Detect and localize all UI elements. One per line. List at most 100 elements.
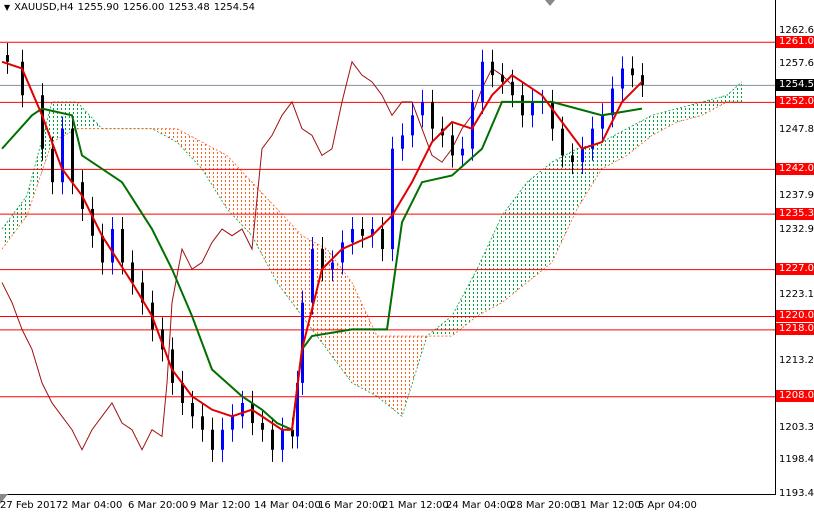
time-tick-label: 28 Mar 20:00 bbox=[510, 500, 577, 511]
candle-body bbox=[511, 81, 514, 96]
candle-body bbox=[481, 61, 484, 102]
chart-header: ▼ XAUUSD,H4 1255.90 1256.00 1253.48 1254… bbox=[4, 2, 255, 13]
level-price-label: 1227.00 bbox=[776, 263, 814, 276]
candle-body bbox=[231, 416, 234, 430]
time-tick-label: 14 Mar 04:00 bbox=[254, 500, 321, 511]
level-price-label: 1242.00 bbox=[776, 162, 814, 175]
cloud-bear-segment bbox=[277, 208, 302, 316]
candle-body bbox=[61, 128, 64, 183]
cloud-bear-segment bbox=[377, 336, 402, 417]
level-price-label: 1261.00 bbox=[776, 35, 814, 48]
cloud-bull-segment bbox=[2, 195, 27, 250]
current-price-label: 1254.54 bbox=[776, 78, 814, 91]
candle-body bbox=[531, 101, 534, 116]
low-value: 1253.48 bbox=[168, 2, 210, 13]
cloud-bull-segment bbox=[702, 95, 727, 116]
time-tick-label: 6 Mar 20:00 bbox=[128, 500, 189, 511]
candle-body bbox=[121, 229, 124, 263]
price-tick-label: 1193.40 bbox=[779, 487, 814, 499]
candle-body bbox=[361, 229, 364, 236]
candle-body bbox=[211, 429, 214, 450]
cloud-bear-segment bbox=[202, 142, 227, 209]
price-tick-label: 1198.40 bbox=[779, 454, 814, 466]
cloud-bear-segment bbox=[252, 182, 277, 283]
close-value: 1254.54 bbox=[213, 2, 256, 13]
price-tick-label: 1223.10 bbox=[779, 289, 814, 301]
cloud-bear-segment bbox=[352, 282, 377, 397]
candle-body bbox=[271, 429, 274, 450]
candle-body bbox=[621, 68, 624, 89]
candle-body bbox=[451, 135, 454, 156]
dropdown-triangle-icon[interactable]: ▼ bbox=[4, 3, 10, 12]
open-value: 1255.90 bbox=[77, 2, 119, 13]
cloud-bull-segment bbox=[27, 101, 52, 216]
price-tick-label: 1203.30 bbox=[779, 421, 814, 433]
cloud-bull-segment bbox=[627, 115, 652, 156]
level-price-label: 1252.00 bbox=[776, 95, 814, 108]
time-tick-label: 2 Mar 04:00 bbox=[62, 500, 123, 511]
candle-body bbox=[251, 402, 254, 424]
candle-body bbox=[631, 68, 634, 76]
price-tick-label: 1237.90 bbox=[779, 190, 814, 202]
candle-body bbox=[281, 429, 284, 450]
cloud-bull-segment bbox=[652, 108, 677, 136]
candle-body bbox=[391, 148, 394, 250]
price-tick-label: 1257.60 bbox=[779, 58, 814, 70]
cloud-bull-segment bbox=[527, 162, 552, 283]
candle-body bbox=[551, 101, 554, 129]
candle-body bbox=[491, 61, 494, 76]
candle-body bbox=[221, 429, 224, 450]
candle-body bbox=[401, 135, 404, 149]
cloud-bear-segment bbox=[177, 128, 202, 169]
chart-shift-marker-top[interactable] bbox=[545, 0, 555, 6]
time-tick-label: 21 Mar 12:00 bbox=[382, 500, 449, 511]
candle-body bbox=[111, 229, 114, 263]
cloud-bull-segment bbox=[477, 215, 502, 316]
candle-body bbox=[71, 128, 74, 183]
candle-body bbox=[501, 75, 504, 82]
candle-body bbox=[51, 148, 54, 183]
cloud-bull-segment bbox=[727, 81, 742, 102]
high-value: 1256.00 bbox=[122, 2, 165, 13]
candle-body bbox=[571, 155, 574, 163]
candle-body bbox=[411, 115, 414, 136]
cloud-bull-segment bbox=[502, 182, 527, 303]
time-tick-label: 5 Apr 04:00 bbox=[638, 500, 697, 511]
candle-body bbox=[331, 262, 334, 270]
candle-body bbox=[381, 229, 384, 250]
candle-body bbox=[241, 402, 244, 417]
candle-body bbox=[521, 95, 524, 116]
time-tick-label: 31 Mar 12:00 bbox=[574, 500, 641, 511]
candle-body bbox=[561, 128, 564, 156]
candle-body bbox=[611, 88, 614, 116]
cloud-bull-segment bbox=[452, 269, 477, 337]
price-tick-label: 1213.20 bbox=[779, 355, 814, 367]
candle-body bbox=[6, 55, 9, 62]
time-tick-label: 24 Mar 04:00 bbox=[446, 500, 513, 511]
candle-body bbox=[321, 249, 324, 270]
candle-body bbox=[191, 402, 194, 417]
candle-body bbox=[21, 61, 24, 96]
cloud-bull-segment bbox=[552, 148, 577, 263]
time-tick-label: 27 Feb 2017 bbox=[0, 500, 63, 511]
time-tick-label: 16 Mar 20:00 bbox=[318, 500, 385, 511]
level-price-label: 1220.00 bbox=[776, 309, 814, 322]
candle-body bbox=[201, 416, 204, 430]
level-price-label: 1235.30 bbox=[776, 207, 814, 220]
price-tick-label: 1247.80 bbox=[779, 124, 814, 135]
candle-body bbox=[311, 249, 314, 303]
candle-body bbox=[131, 262, 134, 283]
candle-body bbox=[431, 101, 434, 129]
time-tick-label: 9 Mar 12:00 bbox=[190, 500, 251, 511]
candle-body bbox=[351, 229, 354, 243]
symbol-label: XAUUSD,H4 bbox=[14, 2, 74, 13]
price-chart[interactable] bbox=[0, 0, 814, 514]
candle-body bbox=[261, 423, 264, 430]
candle-body bbox=[601, 115, 604, 129]
candle-body bbox=[581, 148, 584, 163]
chart-window[interactable]: ▼ XAUUSD,H4 1255.90 1256.00 1253.48 1254… bbox=[0, 0, 814, 514]
candle-body bbox=[341, 242, 344, 263]
level-price-label: 1208.00 bbox=[776, 390, 814, 403]
candle-body bbox=[421, 101, 424, 116]
cloud-bear-segment bbox=[227, 155, 252, 236]
